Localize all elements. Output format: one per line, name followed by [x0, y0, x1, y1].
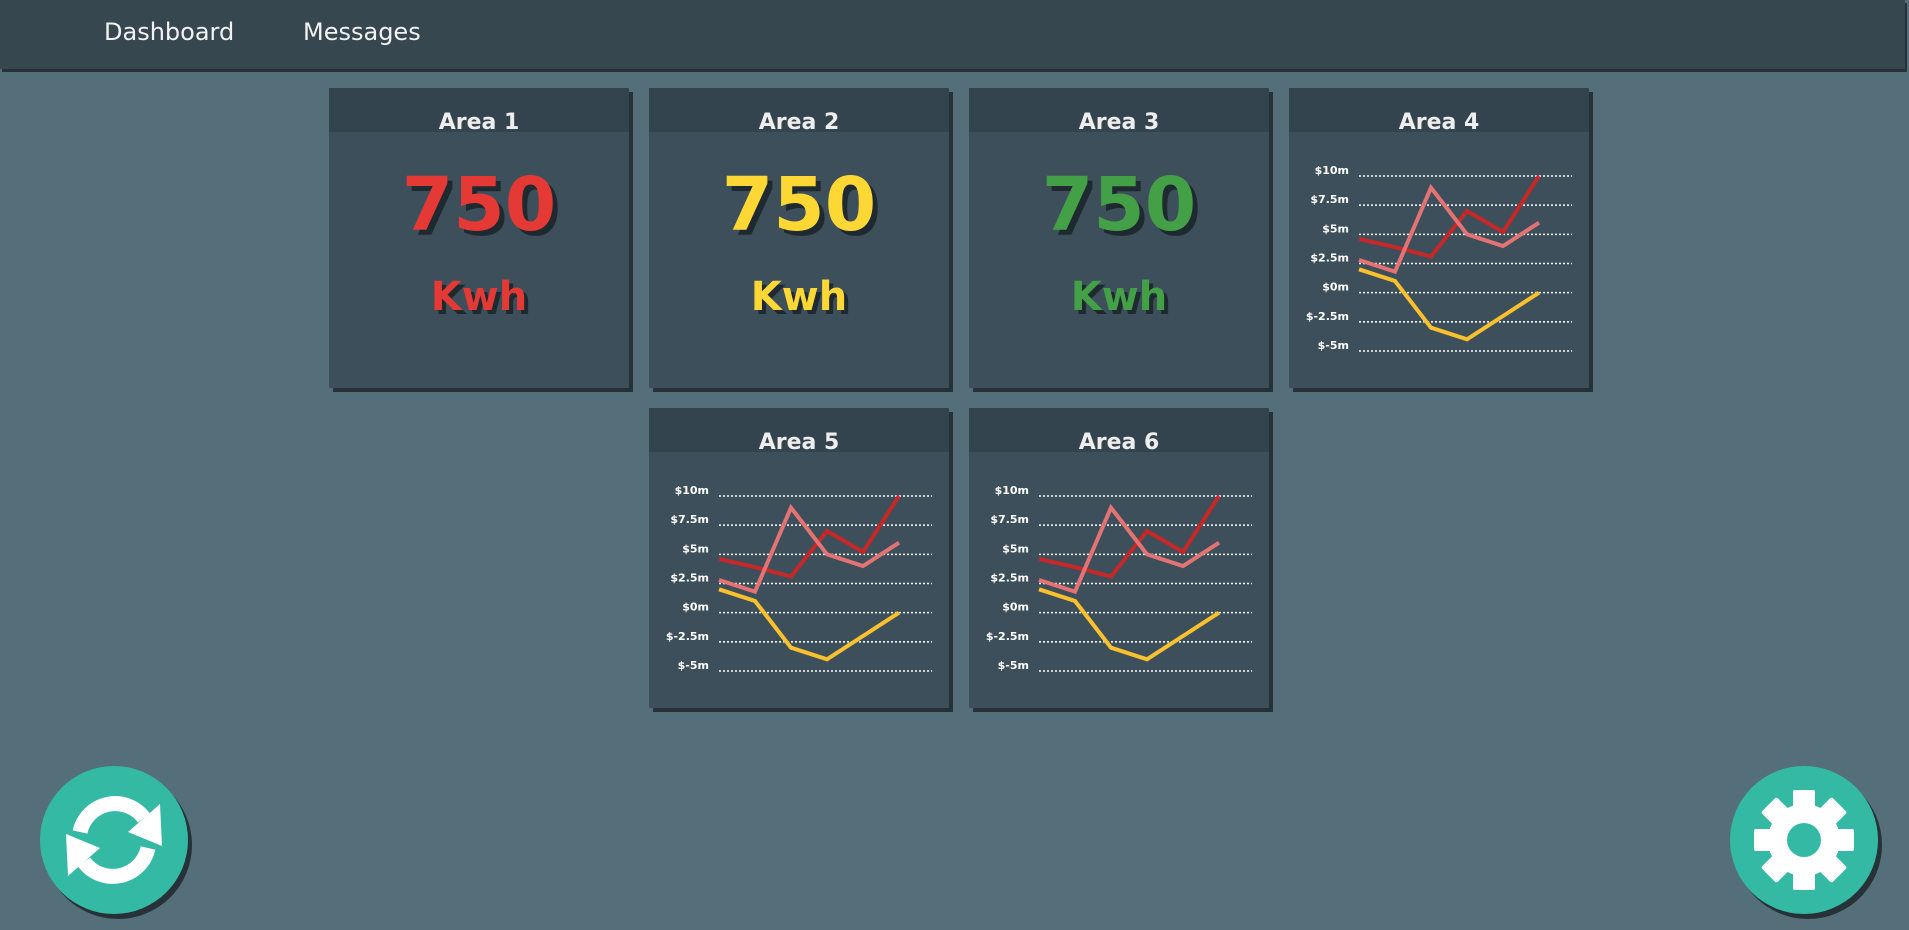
series-line-2 — [1038, 503, 1221, 595]
card-title: Area 3 — [1078, 110, 1160, 135]
y-tick-label: $2.5m — [670, 572, 709, 585]
nav-dashboard-link[interactable]: Dashboard — [104, 16, 234, 48]
area-3-card[interactable]: Area 3 750 Kwh — [969, 88, 1269, 388]
line-chart: $10m $7.5m $5m $2.5m $0m $-2.5m $-5m — [986, 484, 1252, 672]
series-line-1 — [718, 494, 901, 579]
series-line-2 — [1358, 183, 1541, 275]
metric-value: 750 — [721, 162, 877, 248]
metric-unit: Kwh — [1070, 274, 1168, 320]
area-6-card[interactable]: Area 6 $10m $7.5m $5m $2.5m $0m $-2.5m $-5m — [969, 408, 1269, 708]
y-tick-label: $-5m — [998, 659, 1029, 672]
line-chart: $10m $7.5m $5m $2.5m $0m $-2.5m $-5m — [666, 484, 932, 672]
card-title: Area 1 — [438, 110, 520, 135]
nav-messages-link[interactable]: Messages — [303, 16, 421, 48]
line-chart: $10m $7.5m $5m $2.5m $0m $-2.5m $-5m — [1306, 164, 1572, 352]
metric-value: 750 — [1041, 162, 1197, 248]
top-navigation-bar: Dashboard Messages — [0, 0, 1905, 69]
y-tick-label: $7.5m — [670, 513, 709, 526]
y-tick-label: $2.5m — [990, 572, 1029, 585]
y-tick-label: $0m — [1002, 601, 1029, 614]
area-2-card[interactable]: Area 2 750 Kwh — [649, 88, 949, 388]
y-tick-label: $7.5m — [1310, 193, 1349, 206]
metric-unit: Kwh — [430, 274, 528, 320]
y-tick-label: $-5m — [678, 659, 709, 672]
y-tick-label: $0m — [1322, 281, 1349, 294]
series-line-2 — [718, 503, 901, 595]
y-tick-label: $5m — [1002, 542, 1029, 555]
area-1-card[interactable]: Area 1 750 Kwh — [329, 88, 629, 388]
y-tick-label: $-2.5m — [666, 630, 709, 643]
series-line-1 — [1358, 174, 1541, 259]
y-tick-label: $0m — [682, 601, 709, 614]
y-tick-label: $10m — [1315, 164, 1349, 177]
card-title: Area 2 — [758, 110, 840, 135]
y-tick-label: $-5m — [1318, 339, 1349, 352]
y-tick-label: $7.5m — [990, 513, 1029, 526]
y-tick-label: $5m — [682, 542, 709, 555]
metric-unit: Kwh — [750, 274, 848, 320]
refresh-icon — [66, 796, 162, 884]
series-line-3 — [718, 587, 901, 662]
y-tick-label: $10m — [675, 484, 709, 497]
gear-icon — [1754, 790, 1854, 890]
y-tick-label: $-2.5m — [1306, 310, 1349, 323]
metric-value: 750 — [401, 162, 557, 248]
y-tick-label: $-2.5m — [986, 630, 1029, 643]
area-4-card[interactable]: Area 4 $10m $7.5m $5m $2.5m $0m $-2.5m $-5m — [1289, 88, 1589, 388]
y-tick-label: $2.5m — [1310, 252, 1349, 265]
series-line-1 — [1038, 494, 1221, 579]
series-line-3 — [1358, 267, 1541, 342]
refresh-button[interactable] — [40, 766, 188, 914]
series-line-3 — [1038, 587, 1221, 662]
settings-button[interactable] — [1730, 766, 1878, 914]
y-tick-label: $10m — [995, 484, 1029, 497]
y-tick-label: $5m — [1322, 222, 1349, 235]
area-5-card[interactable]: Area 5 $10m $7.5m $5m $2.5m $0m $-2.5m $-5m — [649, 408, 949, 708]
